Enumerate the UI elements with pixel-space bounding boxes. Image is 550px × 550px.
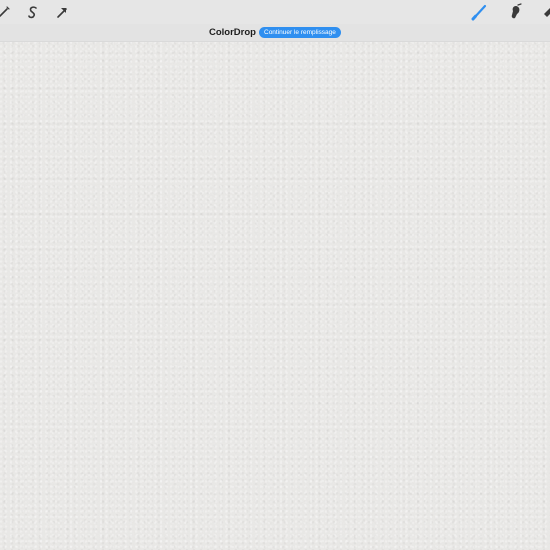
drawing-canvas[interactable] — [0, 0, 550, 550]
transform-arrow-icon[interactable] — [52, 2, 72, 22]
top-toolbar — [0, 0, 550, 24]
brush-icon[interactable] — [470, 2, 490, 22]
selection-s-icon[interactable] — [23, 2, 43, 22]
adjust-wand-icon[interactable] — [0, 2, 14, 22]
paper-texture — [0, 0, 550, 550]
app-title: ColorDrop — [209, 27, 256, 38]
smudge-icon[interactable] — [506, 2, 526, 22]
eraser-icon[interactable] — [540, 2, 550, 22]
continue-fill-button[interactable]: Continuer le remplissage — [259, 27, 341, 38]
status-bar: ColorDrop Continuer le remplissage — [0, 24, 550, 42]
